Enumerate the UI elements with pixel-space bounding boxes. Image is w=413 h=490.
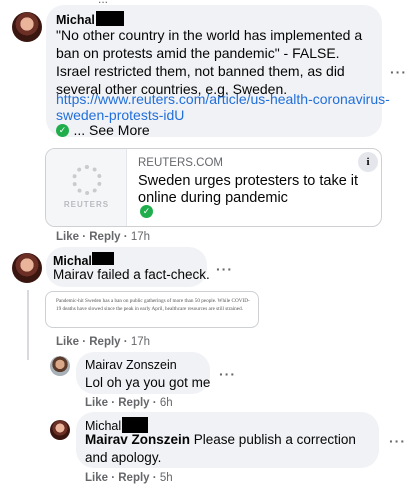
like-button[interactable]: Like xyxy=(85,397,108,409)
redacted-name xyxy=(91,252,114,265)
more-options-icon[interactable]: ··· xyxy=(219,366,236,382)
reuters-logo-icon xyxy=(72,165,102,195)
comment-text: Mairav Zonszein Please publish a correct… xyxy=(85,432,356,465)
preview-logo-text: REUTERS xyxy=(63,200,110,209)
comment-actions: Like · Reply · 17h xyxy=(56,336,150,348)
avatar[interactable] xyxy=(12,12,42,42)
comment-text: "No other country in the world has imple… xyxy=(56,27,363,97)
attachment-text: Pandemic-hit Sweden has a ban on public … xyxy=(56,298,250,312)
comment-actions: Like · Reply · 6h xyxy=(85,397,173,409)
more-options-icon[interactable]: ··· xyxy=(216,261,233,277)
timestamp[interactable]: 6h xyxy=(160,397,173,409)
comment-text: Mairav failed a fact-check. xyxy=(53,267,210,282)
comment-actions: Like · Reply · 17h xyxy=(56,231,150,243)
timestamp[interactable]: 17h xyxy=(131,231,150,243)
like-button[interactable]: Like xyxy=(56,336,79,348)
timestamp[interactable]: 17h xyxy=(131,336,150,348)
preview-thumbnail: REUTERS xyxy=(46,149,127,226)
avatar[interactable] xyxy=(50,420,70,440)
reply-button[interactable]: Reply xyxy=(89,336,120,348)
info-icon[interactable]: i xyxy=(358,152,378,172)
comment-text: Lol oh ya you got me xyxy=(85,375,211,390)
comment-author[interactable]: Mairav Zonszein xyxy=(85,358,177,372)
comment-actions: Like · Reply · 5h xyxy=(85,472,173,484)
redacted-name xyxy=(95,11,124,26)
see-more-link[interactable]: ... See More xyxy=(73,122,149,138)
more-options-icon[interactable]: ··· xyxy=(389,433,406,449)
check-icon: ✓ xyxy=(140,205,153,218)
reply-button[interactable]: Reply xyxy=(118,472,149,484)
preview-domain: REUTERS.COM xyxy=(138,157,223,169)
link-preview-card[interactable]: REUTERS REUTERS.COM Sweden urges protest… xyxy=(45,148,382,227)
screenshot-attachment[interactable]: Pandemic-hit Sweden has a ban on public … xyxy=(45,291,259,328)
like-button[interactable]: Like xyxy=(56,231,79,243)
more-options-icon[interactable]: ··· xyxy=(390,64,407,80)
avatar[interactable] xyxy=(50,356,70,376)
see-more-row: ✓ ... See More xyxy=(56,122,150,140)
reply-button[interactable]: Reply xyxy=(89,231,120,243)
avatar[interactable] xyxy=(12,253,42,283)
mention-link[interactable]: Mairav Zonszein xyxy=(85,432,190,447)
preview-title: Sweden urges protesters to take it onlin… xyxy=(138,173,359,206)
reply-button[interactable]: Reply xyxy=(118,397,149,409)
thread-line xyxy=(27,290,29,360)
timestamp[interactable]: 5h xyxy=(160,472,173,484)
check-icon: ✓ xyxy=(56,124,69,138)
like-button[interactable]: Like xyxy=(85,472,108,484)
